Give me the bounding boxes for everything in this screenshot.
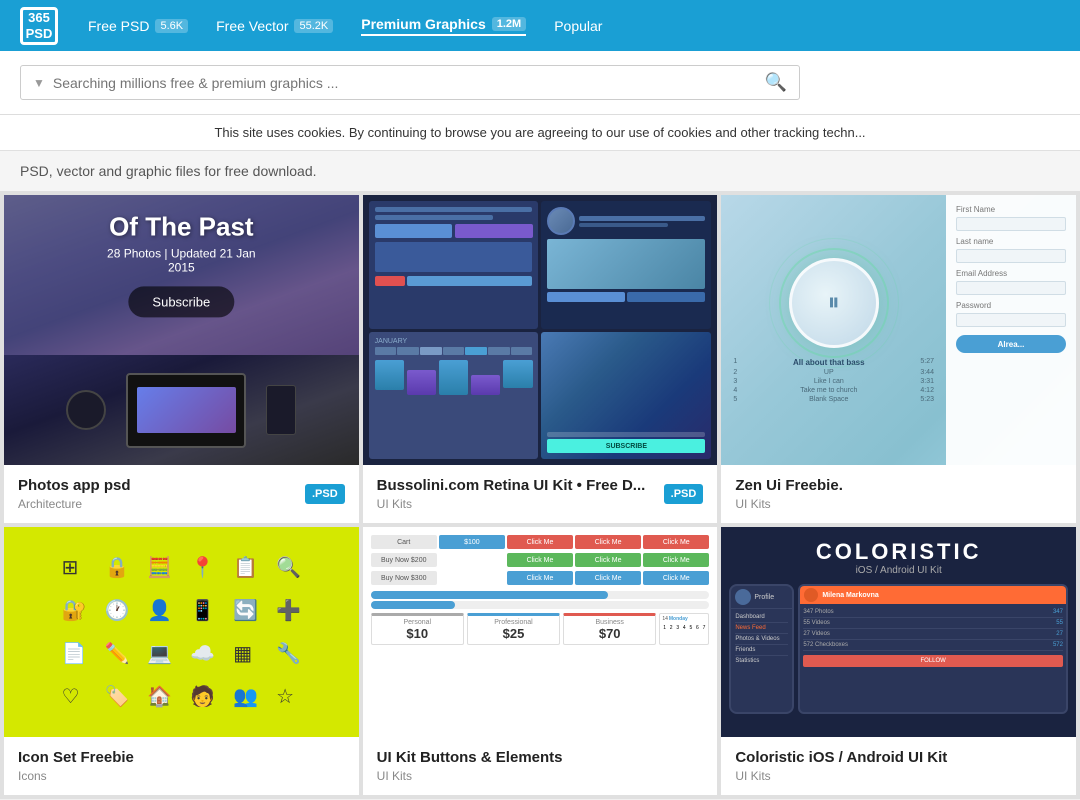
card-bussolini-title: Bussolini.com Retina UI Kit • Free D... (377, 477, 646, 494)
card-icon-set-image: ⊞ 🔒 🧮 📍 📋 🔍 🔐 🕐 👤 📱 🔄 ➕ 📄 ✏️ 💻 ☁️ (4, 527, 359, 737)
dropdown-arrow-icon[interactable]: ▼ (33, 76, 45, 90)
nav-popular-label: Popular (554, 18, 602, 34)
nav-free-psd-badge: 5.6K (155, 19, 188, 33)
coloristic-subtitle: iOS / Android UI Kit (721, 565, 1076, 576)
card-icon-set[interactable]: ⊞ 🔒 🧮 📍 📋 🔍 🔐 🕐 👤 📱 🔄 ➕ 📄 ✏️ 💻 ☁️ (4, 527, 359, 795)
card-zen-ui[interactable]: ⏸ 1All about that bass5:27 2UP3:44 3Like… (721, 195, 1076, 523)
people-icon: 👥 (233, 684, 258, 709)
card-coloristic[interactable]: COLORISTIC iOS / Android UI Kit Profile … (721, 527, 1076, 795)
card1-overlay-sub: 28 Photos | Updated 21 Jan 2015 (93, 246, 270, 274)
card-photos-app-title: Photos app psd (18, 477, 131, 494)
nav-free-vector-badge: 55.2K (294, 19, 333, 33)
logo-box: 365 PSD (20, 7, 58, 45)
card-photos-app-image: Of The Past 28 Photos | Updated 21 Jan 2… (4, 195, 359, 465)
nav-free-psd-label: Free PSD (88, 18, 149, 34)
coloristic-title: COLORISTIC (721, 539, 1076, 565)
home-icon: 🏠 (147, 684, 172, 709)
card-bussolini-category: UI Kits (377, 497, 646, 511)
logo[interactable]: 365 PSD (20, 7, 58, 45)
card-ui-kit-image: Cart $100 Click Me Click Me Click Me Buy… (363, 527, 718, 737)
card-bussolini[interactable]: JANUARY (363, 195, 718, 523)
card-coloristic-info: Coloristic iOS / Android UI Kit UI Kits (721, 737, 1076, 795)
subtitle-text: PSD, vector and graphic files for free d… (20, 163, 317, 179)
card-zen-ui-image: ⏸ 1All about that bass5:27 2UP3:44 3Like… (721, 195, 1076, 465)
search-icon[interactable]: 🔍 (765, 72, 787, 93)
card-photos-app-category: Architecture (18, 497, 131, 511)
subscribe-button[interactable]: Subscribe (128, 286, 234, 317)
card-zen-ui-info: Zen Ui Freebie. UI Kits (721, 465, 1076, 523)
wrench-icon: 🔧 (276, 641, 301, 666)
card-ui-kit-info: UI Kit Buttons & Elements UI Kits (363, 737, 718, 795)
nav-premium-graphics[interactable]: Premium Graphics 1.2M (361, 16, 526, 36)
nav-free-psd[interactable]: Free PSD 5.6K (88, 18, 188, 34)
logo-line1: 365 (28, 10, 50, 25)
page-subtitle: PSD, vector and graphic files for free d… (0, 151, 1080, 191)
cookie-banner-text: This site uses cookies. By continuing to… (214, 125, 865, 140)
search-bar: ▼ 🔍 (0, 51, 1080, 115)
lock-icon: 🔒 (105, 555, 130, 580)
clipboard-icon: 📋 (233, 555, 258, 580)
search-icon2: 🔍 (276, 555, 301, 580)
mobile-icon: 📱 (190, 598, 215, 623)
calc-icon: 🧮 (147, 555, 172, 580)
search-input-wrap: ▼ 🔍 (20, 65, 800, 100)
card-bussolini-badge: .PSD (664, 484, 704, 504)
star-icon: ☆ (276, 684, 301, 709)
nav-popular[interactable]: Popular (554, 18, 602, 34)
card-zen-ui-title: Zen Ui Freebie. (735, 477, 843, 494)
nav-free-vector[interactable]: Free Vector 55.2K (216, 18, 333, 34)
logo-line2: PSD (26, 26, 53, 41)
cloud-icon: ☁️ (190, 641, 215, 666)
card-bussolini-image: JANUARY (363, 195, 718, 465)
refresh-icon: 🔄 (233, 598, 258, 623)
plus-box-icon: ➕ (276, 598, 301, 623)
pencil-icon: ✏️ (105, 641, 130, 666)
person-icon: 🧑 (190, 684, 215, 709)
card-ui-kit-category: UI Kits (377, 769, 563, 783)
laptop-icon: 💻 (147, 641, 172, 666)
card-coloristic-image: COLORISTIC iOS / Android UI Kit Profile … (721, 527, 1076, 737)
card-icon-set-info: Icon Set Freebie Icons (4, 737, 359, 795)
cards-grid: Of The Past 28 Photos | Updated 21 Jan 2… (0, 191, 1080, 799)
tag-icon: 🏷️ (105, 684, 130, 709)
card-coloristic-title: Coloristic iOS / Android UI Kit (735, 749, 947, 766)
main-nav: Free PSD 5.6K Free Vector 55.2K Premium … (88, 16, 602, 36)
header: 365 PSD Free PSD 5.6K Free Vector 55.2K … (0, 0, 1080, 51)
heart-icon: ♡ (62, 684, 87, 709)
nav-free-vector-label: Free Vector (216, 18, 288, 34)
card-ui-kit[interactable]: Cart $100 Click Me Click Me Click Me Buy… (363, 527, 718, 795)
card-icon-set-category: Icons (18, 769, 134, 783)
card-icon-set-title: Icon Set Freebie (18, 749, 134, 766)
doc-icon: 📄 (62, 641, 87, 666)
card-zen-ui-category: UI Kits (735, 497, 843, 511)
search-input[interactable] (53, 75, 757, 91)
lock2-icon: 🔐 (62, 598, 87, 623)
nav-premium-graphics-label: Premium Graphics (361, 16, 486, 32)
nav-premium-graphics-badge: 1.2M (492, 17, 526, 31)
user-icon: 👤 (147, 598, 172, 623)
card-coloristic-category: UI Kits (735, 769, 947, 783)
location-icon: 📍 (190, 555, 215, 580)
card-bussolini-info: Bussolini.com Retina UI Kit • Free D... … (363, 465, 718, 523)
clock-icon: 🕐 (105, 598, 130, 623)
card-photos-app-badge: .PSD (305, 484, 345, 504)
card-photos-app-info: Photos app psd Architecture .PSD (4, 465, 359, 523)
card-ui-kit-title: UI Kit Buttons & Elements (377, 749, 563, 766)
grid2-icon: ▦ (233, 641, 258, 666)
card1-overlay-title: Of The Past (93, 211, 270, 242)
grid-icon: ⊞ (62, 555, 87, 580)
card-photos-app[interactable]: Of The Past 28 Photos | Updated 21 Jan 2… (4, 195, 359, 523)
cookie-banner: This site uses cookies. By continuing to… (0, 115, 1080, 151)
